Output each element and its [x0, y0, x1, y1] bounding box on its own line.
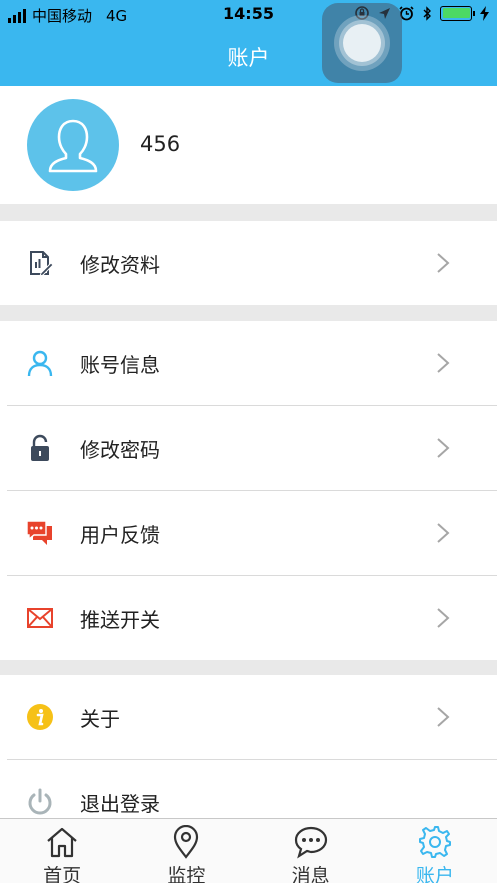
- tab-label-account: 账户: [415, 865, 454, 883]
- navigation-bar: 账户: [0, 30, 497, 86]
- document-edit-icon: [25, 248, 55, 278]
- tab-bar: 首页 监控 消息 账户: [0, 818, 497, 883]
- info-icon: [25, 702, 55, 732]
- user-silhouette-icon: [48, 119, 98, 173]
- tab-messages[interactable]: 消息: [249, 819, 373, 883]
- tab-monitor[interactable]: 监控: [124, 819, 248, 883]
- envelope-icon: [25, 603, 55, 633]
- tab-account[interactable]: 账户: [373, 819, 497, 883]
- menu-label-logout: 退出登录: [80, 792, 160, 816]
- chevron-right-icon: [437, 707, 450, 727]
- menu-item-push-switch[interactable]: 推送开关: [0, 576, 497, 660]
- menu-item-about[interactable]: 关于: [0, 675, 497, 759]
- chat-bubble-icon: [294, 826, 327, 859]
- menu-item-feedback[interactable]: 用户反馈: [0, 491, 497, 575]
- battery-icon: [440, 5, 475, 21]
- bluetooth-icon: [423, 5, 431, 21]
- feedback-chat-icon: [25, 518, 55, 548]
- menu-item-change-password[interactable]: 修改密码: [0, 406, 497, 490]
- person-icon: [25, 348, 55, 378]
- charging-bolt-icon: [480, 5, 489, 21]
- menu-label-about: 关于: [80, 707, 120, 731]
- username: 456: [140, 132, 181, 156]
- chevron-right-icon: [437, 523, 450, 543]
- tab-label-home: 首页: [43, 865, 82, 883]
- menu-label-push-switch: 推送开关: [80, 608, 160, 632]
- tab-home[interactable]: 首页: [0, 819, 124, 883]
- status-bar: 中国移动 4G 14:55: [0, 0, 497, 30]
- assistive-touch-button[interactable]: [322, 3, 402, 83]
- profile-card[interactable]: 456: [0, 86, 497, 204]
- home-icon: [47, 827, 77, 858]
- menu-item-account-info[interactable]: 账号信息: [0, 321, 497, 405]
- menu-group-account: 账号信息 修改密码 用户反馈 推送开关: [0, 321, 497, 660]
- page-title: 账户: [227, 46, 270, 70]
- menu-group-profile: 修改资料: [0, 221, 497, 305]
- padlock-icon: [25, 433, 55, 463]
- menu-label-edit-profile: 修改资料: [80, 253, 160, 277]
- menu-label-feedback: 用户反馈: [80, 523, 160, 547]
- gear-icon: [418, 826, 451, 858]
- menu-label-account-info: 账号信息: [80, 353, 160, 377]
- menu-item-edit-profile[interactable]: 修改资料: [0, 221, 497, 305]
- avatar: [27, 99, 119, 191]
- chevron-right-icon: [437, 253, 450, 273]
- chevron-right-icon: [437, 438, 450, 458]
- chevron-right-icon: [437, 608, 450, 628]
- tab-label-messages: 消息: [291, 865, 330, 883]
- power-icon: [25, 787, 55, 817]
- menu-label-change-password: 修改密码: [80, 438, 160, 462]
- chevron-right-icon: [437, 353, 450, 373]
- location-pin-icon: [174, 825, 199, 859]
- tab-label-monitor: 监控: [167, 865, 206, 883]
